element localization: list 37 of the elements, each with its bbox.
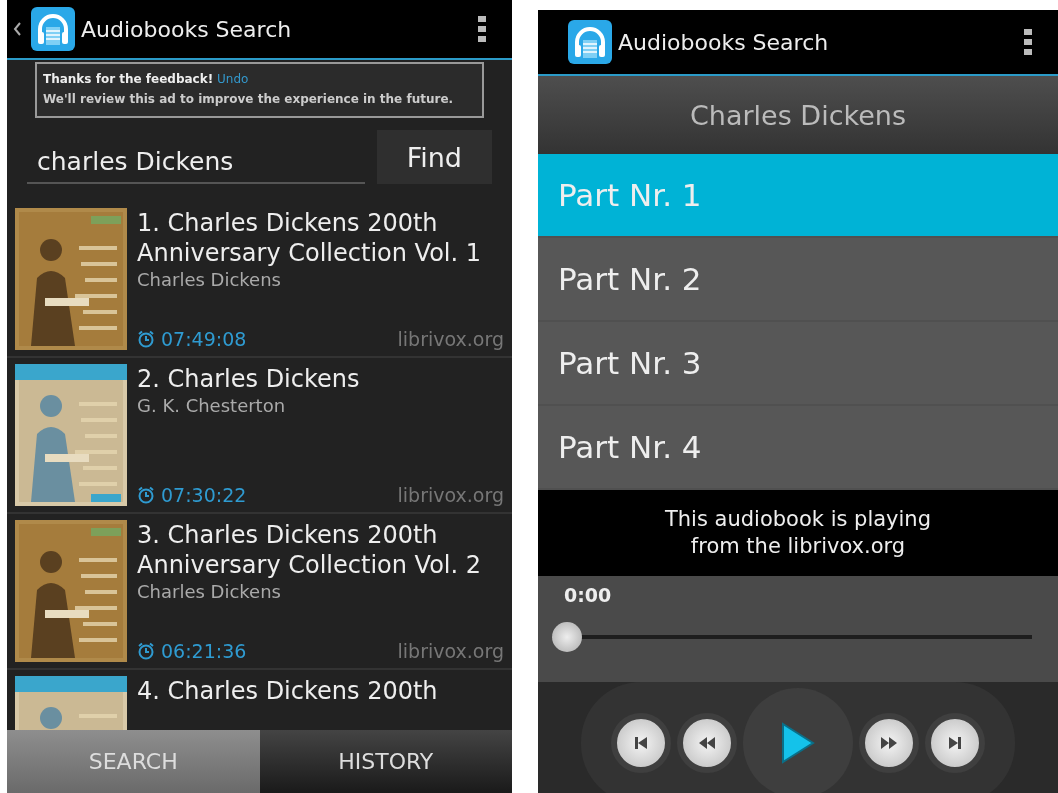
undo-link[interactable]: Undo — [217, 72, 249, 86]
book-title: 4. Charles Dickens 200th — [137, 676, 439, 706]
overflow-menu-icon[interactable] — [478, 16, 486, 42]
book-title: 2. Charles Dickens — [137, 364, 361, 394]
result-item[interactable]: 1. Charles Dickens 200th Anniversary Collection Vol. 1 Charles Dickens 07:49:08 librivox.org — [7, 202, 512, 358]
search-field[interactable]: charles Dickens — [27, 141, 365, 184]
source-message: This audiobook is playing from the librivox.org — [664, 506, 932, 560]
headphones-icon[interactable] — [31, 7, 75, 51]
book-author: Charles Dickens — [137, 580, 282, 604]
duration: 07:30:22 — [161, 484, 247, 506]
book-title-header: Charles Dickens — [538, 76, 1058, 154]
book-author: Charles Dickens — [137, 268, 282, 292]
alarm-clock-icon — [137, 330, 155, 348]
find-button[interactable]: Find — [376, 130, 492, 184]
play-icon — [780, 721, 816, 765]
alarm-clock-icon — [137, 642, 155, 660]
tab[interactable]: HISTORY — [259, 730, 512, 793]
headphones-icon[interactable] — [568, 20, 612, 64]
result-item[interactable]: 3. Charles Dickens 200th Anniversary Collection Vol. 2 Charles Dickens 06:21:36 librivox.org — [7, 514, 512, 670]
source-site: librivox.org — [397, 328, 504, 350]
duration: 06:21:36 — [161, 640, 247, 662]
duration: 07:49:08 — [161, 328, 247, 350]
source-site: librivox.org — [397, 484, 504, 506]
app-title: Audiobooks Search — [81, 16, 293, 42]
result-item[interactable]: 2. Charles Dickens G. K. Chesterton 07:30:22 librivox.org — [7, 358, 512, 514]
book-title: 3. Charles Dickens 200th Anniversary Collection Vol. 2 — [137, 520, 483, 580]
elapsed-time: 0:00 — [564, 584, 613, 606]
alarm-clock-icon — [137, 486, 155, 504]
source-site: librivox.org — [397, 640, 504, 662]
book-title: 1. Charles Dickens 200th Anniversary Collection Vol. 1 — [137, 208, 483, 268]
seek-thumb[interactable] — [552, 622, 582, 652]
book-author: G. K. Chesterton — [137, 394, 287, 418]
back-icon[interactable] — [13, 22, 21, 36]
feedback-heading: Thanks for the feedback! Undo — [43, 71, 250, 88]
app-title: Audiobooks Search — [618, 29, 830, 55]
overflow-menu-icon[interactable] — [1024, 29, 1032, 55]
feedback-message: We'll review this ad to improve the experience in the future. — [43, 91, 455, 108]
